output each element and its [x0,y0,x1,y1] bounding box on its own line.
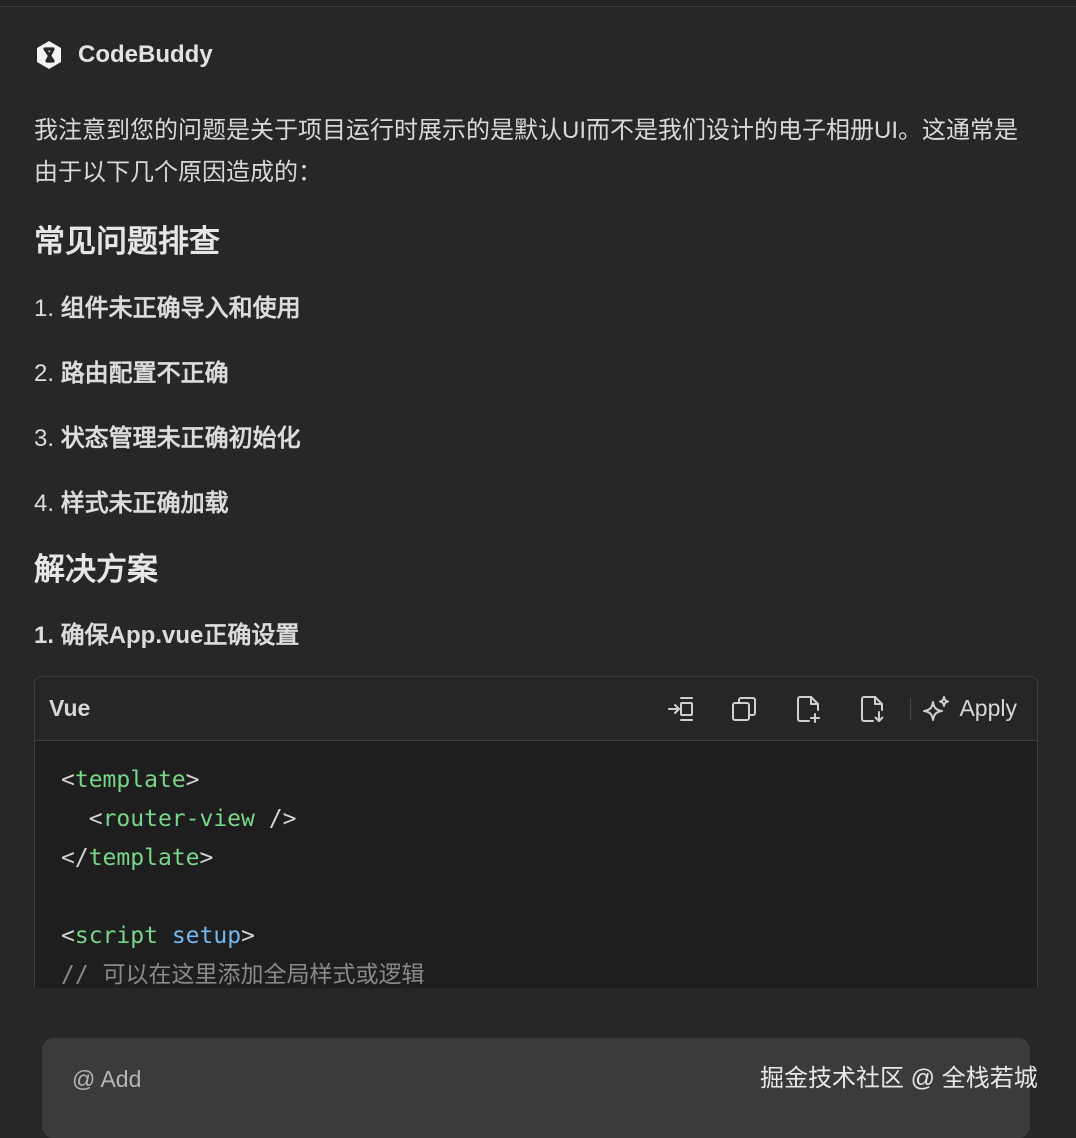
list-item-text: 状态管理未正确初始化 [60,425,301,452]
step-heading: 1. 确保App.vue正确设置 [34,622,300,649]
apply-label: Apply [959,695,1017,721]
list-item-number: 1. [34,295,55,322]
save-to-file-icon [861,695,884,722]
assistant-message: 我注意到您的问题是关于项目运行时展示的是默认UI而不是我们设计的电子相册UI。这… [34,110,1034,649]
add-context-button[interactable]: @ Add [72,1066,141,1093]
top-divider [0,0,1076,7]
scroll-fade [0,988,1076,1038]
new-file-icon [797,695,821,723]
list-item-text: 路由配置不正确 [60,360,229,387]
code-block-header: Vue Apply [35,677,1037,741]
save-to-file-button[interactable] [852,689,892,729]
code-line: <script setup> [61,923,255,949]
insert-at-cursor-button[interactable] [660,689,700,729]
toolbar-divider [910,697,912,720]
code-language-label: Vue [49,695,91,721]
code-block: Vue Apply <template> <router-view /> </t… [34,676,1038,1018]
sparkle-icon [923,695,950,721]
copy-button[interactable] [724,689,764,729]
codebuddy-logo-icon [37,41,61,69]
code-content[interactable]: <template> <router-view /> </template> <s… [35,741,1037,1015]
code-line: </template> [61,845,214,871]
section-heading-solution: 解决方案 [34,552,158,587]
list-item-number: 4. [34,490,55,517]
code-line: <template> [61,767,200,793]
intro-text: 我注意到您的问题是关于项目运行时展示的是默认UI而不是我们设计的电子相册UI。这… [34,117,1018,186]
list-item: 3. 状态管理未正确初始化 [34,418,301,453]
app-name: CodeBuddy [78,41,213,68]
list-item-text: 样式未正确加载 [60,490,229,517]
new-file-button[interactable] [788,689,828,729]
list-item: 1. 组件未正确导入和使用 [34,288,301,323]
copy-icon [732,696,757,721]
apply-button[interactable]: Apply [921,694,1017,724]
list-item-text: 组件未正确导入和使用 [60,295,301,322]
list-item-number: 2. [34,360,55,387]
list-item-number: 3. [34,425,55,452]
list-item: 2. 路由配置不正确 [34,353,229,388]
list-item: 4. 样式未正确加载 [34,483,229,518]
watermark: 掘金技术社区 @ 全栈若城 [760,1065,1038,1092]
section-heading-troubleshooting: 常见问题排查 [34,224,220,259]
chat-header: CodeBuddy [34,38,213,72]
code-line: <router-view /> [88,806,297,832]
insert-at-cursor-icon [668,696,694,721]
